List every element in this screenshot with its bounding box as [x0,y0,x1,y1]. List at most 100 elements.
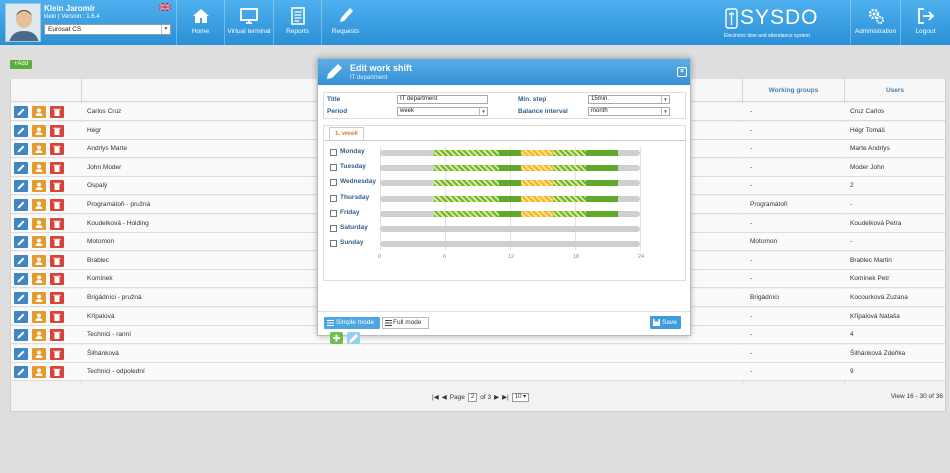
close-button[interactable]: × [677,67,687,77]
break-segment[interactable] [520,180,554,187]
day-checkbox[interactable] [330,209,337,217]
title-input[interactable]: IT department [397,95,488,104]
assign-user-button[interactable] [32,143,46,156]
assign-user-button[interactable] [32,199,46,211]
edit-button[interactable] [14,217,28,230]
company-select[interactable]: Eurosat CS ▼ [44,24,171,35]
break-segment[interactable] [520,210,554,217]
assign-user-button[interactable] [32,347,46,360]
shift-segment[interactable] [499,165,521,172]
delete-button[interactable] [50,180,64,193]
shift-segment[interactable] [434,210,500,217]
day-timeline-track[interactable] [380,180,640,187]
full-mode-button[interactable]: Full mode [382,317,429,329]
shift-segment[interactable] [585,165,619,172]
break-segment[interactable] [520,195,554,202]
delete-button[interactable] [50,161,64,174]
delete-button[interactable] [50,310,64,323]
delete-button[interactable] [50,347,64,360]
nav-requests[interactable]: Requests [321,0,369,45]
edit-button[interactable] [14,254,28,267]
day-timeline-track[interactable] [380,165,640,172]
flag-uk-icon[interactable] [159,3,171,11]
assign-user-button[interactable] [32,236,46,249]
edit-button[interactable] [14,124,28,137]
edit-button[interactable] [14,366,28,379]
day-timeline-track[interactable] [380,210,640,217]
delete-button[interactable] [50,236,64,249]
shift-segment[interactable] [585,210,619,217]
shift-segment[interactable] [585,180,619,187]
prev-page-icon[interactable]: ◀ [442,393,447,401]
shift-segment[interactable] [434,195,500,202]
edit-button[interactable] [14,292,28,304]
edit-shift-button[interactable] [347,332,360,344]
break-segment[interactable] [520,150,554,156]
edit-button[interactable] [14,347,28,360]
delete-button[interactable] [50,143,64,156]
assign-user-button[interactable] [32,254,46,267]
page-input[interactable]: 2 [467,392,478,402]
assign-user-button[interactable] [32,329,46,342]
shift-segment[interactable] [499,180,521,187]
per-page-select[interactable]: 10 ▾ [511,392,530,402]
tab-week-1[interactable]: 1. week [329,127,364,140]
assign-user-button[interactable] [32,124,46,137]
delete-button[interactable] [50,273,64,286]
delete-button[interactable] [50,217,64,230]
edit-button[interactable] [14,310,28,323]
assign-user-button[interactable] [32,217,46,230]
balance-interval-select[interactable]: month ▼ [588,107,670,116]
shift-segment[interactable] [499,195,521,202]
edit-button[interactable] [14,236,28,249]
edit-button[interactable] [14,161,28,174]
next-page-icon[interactable]: ▶ [494,393,499,401]
delete-button[interactable] [50,199,64,211]
shift-segment[interactable] [553,180,586,187]
day-timeline-track[interactable] [380,241,640,248]
delete-button[interactable] [50,366,64,379]
shift-segment[interactable] [434,150,500,156]
period-select[interactable]: week ▼ [397,107,488,116]
shift-segment[interactable] [553,195,586,202]
delete-button[interactable] [50,124,64,137]
assign-user-button[interactable] [32,366,46,379]
shift-segment[interactable] [434,165,500,172]
nav-administration[interactable]: Administration [850,0,900,45]
shift-segment[interactable] [553,150,586,156]
shift-segment[interactable] [499,150,521,156]
edit-button[interactable] [14,180,28,193]
assign-user-button[interactable] [32,161,46,174]
delete-button[interactable] [50,329,64,342]
last-page-icon[interactable]: ▶| [502,393,509,401]
col-users[interactable]: Users [845,79,945,102]
assign-user-button[interactable] [32,273,46,286]
delete-button[interactable] [50,292,64,304]
edit-button[interactable] [14,329,28,342]
shift-segment[interactable] [434,180,500,187]
nav-virtual-terminal[interactable]: Virtual terminal [224,0,273,45]
day-timeline-track[interactable] [380,150,640,156]
min-step-select[interactable]: 15min. ▼ [588,95,670,104]
day-timeline-track[interactable] [380,195,640,202]
edit-button[interactable] [14,199,28,211]
first-page-icon[interactable]: |◀ [432,393,439,401]
save-button[interactable]: Save [650,316,681,329]
edit-button[interactable] [14,273,28,286]
delete-button[interactable] [50,254,64,267]
break-segment[interactable] [520,165,554,172]
edit-button[interactable] [14,106,28,118]
shift-segment[interactable] [499,210,521,217]
nav-reports[interactable]: Reports [273,0,321,45]
assign-user-button[interactable] [32,106,46,118]
day-checkbox[interactable] [330,164,337,172]
nav-logout[interactable]: Logout [900,0,950,45]
day-checkbox[interactable] [330,240,337,248]
add-button[interactable]: +Add [10,60,32,69]
shift-segment[interactable] [553,210,586,217]
nav-home[interactable]: Home [176,0,224,45]
edit-button[interactable] [14,143,28,156]
delete-button[interactable] [50,106,64,118]
day-checkbox[interactable] [330,149,337,156]
assign-user-button[interactable] [32,310,46,323]
